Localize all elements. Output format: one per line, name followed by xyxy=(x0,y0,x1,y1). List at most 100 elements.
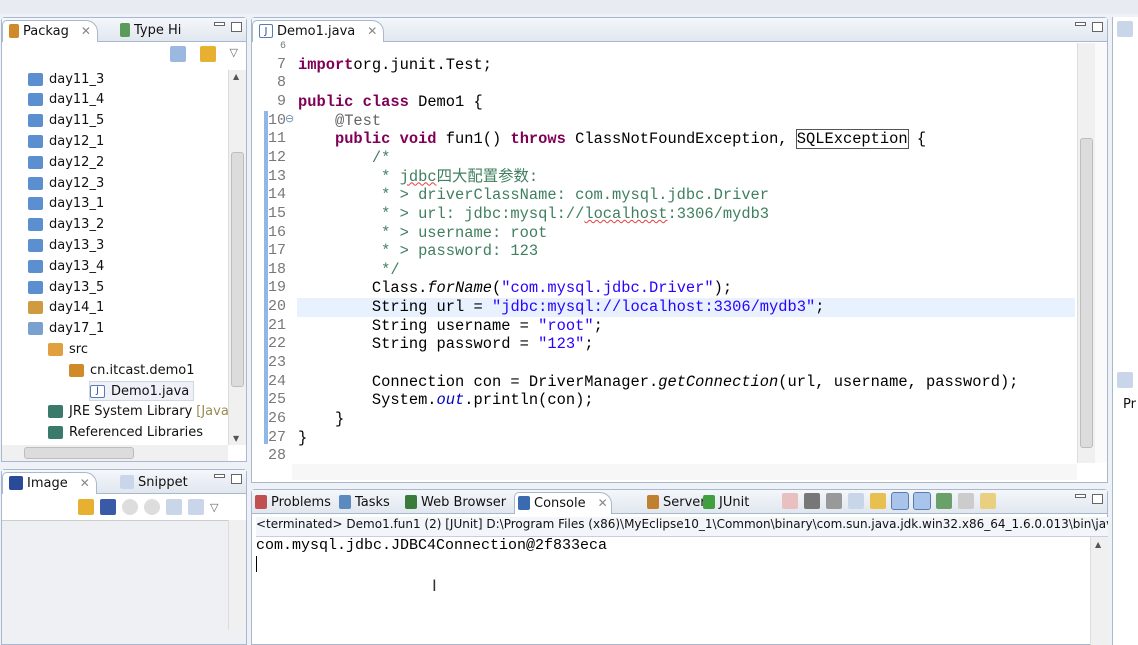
tab-console[interactable]: Console ✕ xyxy=(514,492,612,514)
pin-console-icon[interactable] xyxy=(936,493,952,509)
tree-item[interactable]: day13_2 xyxy=(28,215,104,235)
scroll-lock-icon[interactable] xyxy=(870,493,886,509)
tree-item[interactable]: day11_5 xyxy=(28,111,104,131)
code-token: ); xyxy=(713,279,733,298)
console-tabs: Problems Tasks Web Browser Console ✕ Servers J… xyxy=(252,490,1107,514)
tree-item[interactable]: day12_1 xyxy=(28,131,104,151)
code-token: "com.mysql.jdbc.Driver" xyxy=(501,279,714,298)
code-token: */ xyxy=(381,260,400,279)
outline-icon[interactable] xyxy=(1117,21,1133,37)
tab-snippet[interactable]: Snippet xyxy=(114,472,194,494)
zoom-out-icon[interactable] xyxy=(122,499,138,515)
code-token: ( xyxy=(491,279,502,298)
remove-launch-icon[interactable] xyxy=(804,493,820,509)
code-token: } xyxy=(298,428,308,447)
console-vertical-scrollbar[interactable]: ▲ xyxy=(1090,537,1108,645)
image-edit-icon[interactable] xyxy=(100,499,116,515)
tree-item[interactable]: day17_1 xyxy=(28,319,104,339)
folder-icon xyxy=(28,280,43,294)
tree-item[interactable]: src xyxy=(48,339,88,359)
code-line: } xyxy=(298,410,344,429)
minimize-button[interactable] xyxy=(1075,494,1086,498)
code-line: System.out.println(con); xyxy=(298,391,594,410)
tab-demo1-java[interactable]: J Demo1.java ✕ xyxy=(252,20,385,42)
minimize-button[interactable] xyxy=(214,474,225,478)
tree-item[interactable]: day12_2 xyxy=(28,152,104,172)
collapse-all-icon[interactable] xyxy=(169,46,186,62)
console-output[interactable]: com.mysql.jdbc.JDBC4Connection@2f833eca xyxy=(256,537,607,554)
tree-horizontal-scrollbar[interactable] xyxy=(2,445,228,461)
tree-item[interactable]: day14_1 xyxy=(28,298,104,318)
zoom-in-icon[interactable] xyxy=(144,499,160,515)
code-token: @Test xyxy=(334,111,382,130)
line-number: 24 xyxy=(267,372,286,390)
close-icon[interactable]: ✕ xyxy=(367,24,377,38)
tree-item[interactable]: day11_4 xyxy=(28,90,104,110)
show-on-stdout-icon[interactable] xyxy=(891,492,909,510)
code-token: 四大配置参数: xyxy=(436,167,539,186)
clear-console-icon[interactable] xyxy=(848,493,864,509)
editor-vertical-scrollbar[interactable] xyxy=(1077,43,1095,463)
minimize-button[interactable] xyxy=(214,22,225,26)
view-menu-icon[interactable]: ▽ xyxy=(230,46,238,62)
display-console-icon[interactable] xyxy=(958,493,974,509)
tree-item[interactable]: J Demo1.java xyxy=(89,381,195,401)
open-console-icon[interactable] xyxy=(980,493,996,509)
close-icon[interactable]: ✕ xyxy=(81,24,91,38)
tab-type-hierarchy[interactable]: Type Hi xyxy=(114,20,187,42)
maximize-button[interactable] xyxy=(1092,22,1103,32)
link-icon[interactable] xyxy=(78,499,94,515)
image-vertical-scrollbar[interactable] xyxy=(228,520,246,630)
code-line: * > password: 123 xyxy=(298,242,538,261)
line-number: 12 xyxy=(267,148,286,166)
tab-junit[interactable]: JUnit xyxy=(700,492,752,514)
original-size-icon[interactable] xyxy=(166,499,182,515)
tree-item[interactable]: day13_4 xyxy=(28,256,104,276)
maximize-button[interactable] xyxy=(231,474,242,484)
tree-item[interactable]: day12_3 xyxy=(28,173,104,193)
tab-package-explorer[interactable]: Packag ✕ xyxy=(2,20,98,42)
maximize-button[interactable] xyxy=(231,22,242,32)
code-token: ; xyxy=(815,298,825,317)
fold-collapse-icon[interactable]: ⊖ xyxy=(285,112,294,125)
view-menu-icon[interactable]: ▽ xyxy=(210,501,218,514)
overview-ruler xyxy=(1095,43,1107,463)
tab-label: Console xyxy=(534,496,586,511)
code-line: * > url: jdbc:mysql://localhost:3306/myd… xyxy=(298,205,769,224)
tab-tasks[interactable]: Tasks xyxy=(336,492,393,514)
tab-image[interactable]: Image ✕ xyxy=(2,472,97,494)
properties-icon[interactable] xyxy=(1117,372,1133,388)
tree-item[interactable]: day13_3 xyxy=(28,235,104,255)
code-line: */ xyxy=(298,260,400,280)
servers-icon xyxy=(647,495,659,509)
close-icon[interactable]: ✕ xyxy=(598,496,608,510)
tasks-icon xyxy=(339,495,351,509)
tree-item[interactable]: day13_1 xyxy=(28,194,104,214)
editor-horizontal-scrollbar[interactable] xyxy=(292,464,1077,480)
link-with-editor-icon[interactable] xyxy=(199,46,216,62)
tree-item[interactable]: day13_5 xyxy=(28,277,104,297)
minimize-button[interactable] xyxy=(1075,22,1086,26)
web-project-icon xyxy=(28,301,43,315)
tree-item-label: day14_1 xyxy=(49,300,105,316)
tab-label: Packag xyxy=(23,24,69,39)
tree-item[interactable]: Referenced Libraries xyxy=(48,423,203,443)
line-number: 11 xyxy=(267,130,286,148)
terminate-icon[interactable] xyxy=(782,493,798,509)
code-token: jdbc xyxy=(399,167,437,186)
tree-item[interactable]: JRE System Library [JavaSE xyxy=(48,402,245,422)
tree-vertical-scrollbar[interactable]: ▲ ▼ xyxy=(228,70,246,445)
java-file-icon: J xyxy=(90,384,105,398)
show-on-stderr-icon[interactable] xyxy=(913,492,931,510)
maximize-button[interactable] xyxy=(1092,494,1103,504)
tab-problems[interactable]: Problems xyxy=(252,492,334,514)
tree-item[interactable]: cn.itcast.demo1 xyxy=(69,360,194,380)
line-number: 21 xyxy=(267,316,286,334)
tab-web-browser[interactable]: Web Browser xyxy=(402,492,509,514)
close-icon[interactable]: ✕ xyxy=(80,476,90,490)
tree-item[interactable]: day11_3 xyxy=(28,69,104,89)
fit-icon[interactable] xyxy=(188,499,204,515)
tab-label: Snippet xyxy=(138,475,188,490)
remove-all-icon[interactable] xyxy=(826,493,842,509)
